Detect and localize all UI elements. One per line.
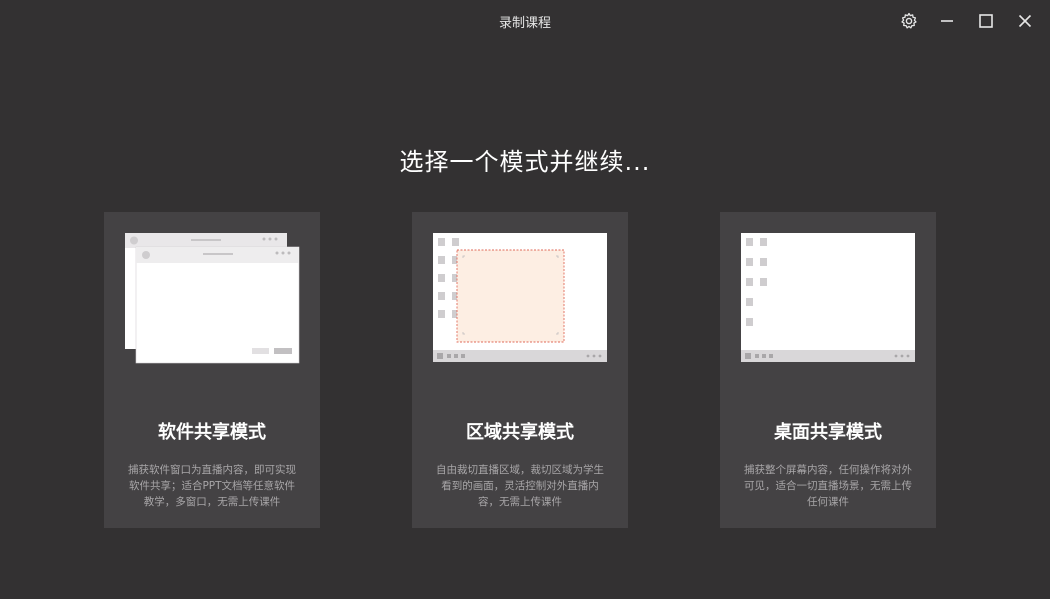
desktop-share-mode-card[interactable]: 桌面共享模式 捕获整个屏幕内容，任何操作将对外可见，适合一切直播场景，无需上传任…	[720, 212, 936, 528]
close-icon	[1018, 14, 1032, 28]
window-title: 录制课程	[498, 16, 551, 31]
settings-button[interactable]	[897, 9, 921, 33]
card-description: 自由裁切直播区域，裁切区域为学生看到的画面，灵活控制对外直播内容，无需上传课件	[436, 464, 604, 508]
software-share-mode-card[interactable]: 软件共享模式 捕获软件窗口为直播内容，即可实现软件共享；适合PPT文档等任意软件…	[104, 212, 320, 528]
card-title: 区域共享模式	[466, 422, 574, 443]
desktop-screen-illustration	[741, 233, 915, 362]
card-description: 捕获软件窗口为直播内容，即可实现软件共享；适合PPT文档等任意软件教学，多窗口，…	[128, 464, 296, 508]
maximize-button[interactable]	[974, 9, 998, 33]
card-description: 捕获整个屏幕内容，任何操作将对外可见，适合一切直播场景，无需上传任何课件	[744, 464, 912, 508]
maximize-icon	[979, 14, 993, 28]
minimize-button[interactable]	[935, 9, 959, 33]
region-share-mode-card[interactable]: 区域共享模式 自由裁切直播区域，裁切区域为学生看到的画面，灵活控制对外直播内容，…	[412, 212, 628, 528]
software-windows-illustration	[125, 233, 300, 364]
page-heading: 选择一个模式并继续...	[399, 148, 651, 176]
title-bar: 录制课程	[0, 0, 1050, 42]
settings-icon	[901, 12, 917, 29]
card-title: 桌面共享模式	[774, 422, 882, 443]
minimize-icon	[941, 20, 953, 22]
card-title: 软件共享模式	[158, 422, 266, 443]
region-crop-illustration	[433, 233, 607, 362]
close-button[interactable]	[1013, 9, 1037, 33]
